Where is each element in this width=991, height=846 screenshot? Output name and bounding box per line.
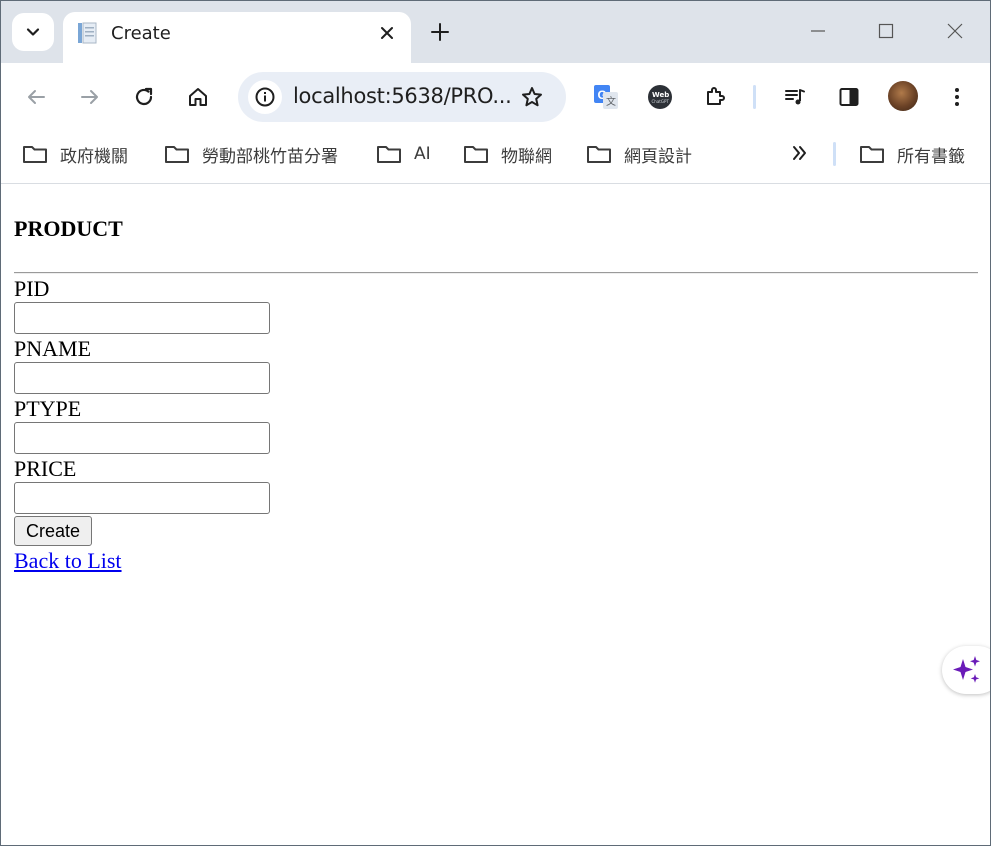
create-form: PID PNAME PTYPE PRICE Create: [14, 276, 978, 546]
chevron-down-icon: [26, 28, 40, 36]
price-input[interactable]: [14, 482, 270, 514]
media-queue-icon[interactable]: [783, 85, 807, 109]
pid-label: PID: [14, 276, 50, 301]
back-to-list-link[interactable]: Back to List: [14, 548, 122, 574]
ptype-label: PTYPE: [14, 396, 82, 421]
folder-icon: [23, 146, 47, 163]
pname-label: PNAME: [14, 336, 92, 361]
side-panel-icon[interactable]: [837, 85, 861, 109]
bookmark-star-icon[interactable]: [520, 85, 544, 109]
bookmark-folder[interactable]: 勞動部桃竹苗分署: [164, 141, 338, 167]
maximize-icon[interactable]: [876, 21, 896, 41]
folder-icon: [377, 146, 401, 163]
document-icon: [78, 22, 97, 44]
google-translate-icon[interactable]: G 文: [593, 84, 619, 110]
browser-window: Create localhost:5638/PRO... G 文 Web Cha…: [0, 0, 991, 846]
bookmark-folder[interactable]: AI: [376, 141, 431, 167]
extensions-puzzle-icon[interactable]: [703, 85, 727, 109]
all-bookmarks-folder[interactable]: 所有書籤: [859, 141, 965, 167]
forward-arrow-icon[interactable]: [78, 85, 102, 109]
minimize-icon[interactable]: [808, 21, 828, 41]
svg-text:文: 文: [606, 95, 616, 108]
bookmarks-overflow-icon[interactable]: [790, 142, 810, 164]
home-icon[interactable]: [186, 85, 210, 109]
bookmark-label: 勞動部桃竹苗分署: [202, 146, 338, 167]
folder-icon: [860, 146, 884, 163]
pid-input[interactable]: [14, 302, 270, 334]
bookmark-folder[interactable]: 網頁設計: [586, 141, 692, 167]
plus-icon[interactable]: [429, 21, 451, 43]
bookmark-label: AI: [414, 144, 431, 164]
close-icon[interactable]: [377, 23, 397, 43]
toolbar-divider: [753, 85, 756, 109]
url-text: localhost:5638/PRO...: [293, 84, 512, 108]
folder-icon: [464, 146, 488, 163]
more-menu-icon[interactable]: [945, 85, 969, 109]
svg-text:ChatGPT: ChatGPT: [652, 99, 670, 104]
ptype-input[interactable]: [14, 422, 270, 454]
address-bar[interactable]: localhost:5638/PRO...: [238, 72, 566, 122]
bookmark-label: 政府機關: [60, 146, 128, 167]
tab-search-button[interactable]: [12, 13, 54, 51]
create-button[interactable]: Create: [14, 516, 93, 546]
ai-assistant-button[interactable]: [942, 646, 990, 694]
bookmarks-bar: 政府機關 勞動部桃竹苗分署 AI 物聯網 網頁設計 所有書籤: [1, 131, 990, 184]
bookmarks-divider: [833, 142, 836, 166]
site-info-icon[interactable]: [248, 80, 282, 114]
bookmark-label: 網頁設計: [624, 146, 692, 167]
bookmark-label: 所有書籤: [897, 146, 965, 167]
tab-strip: Create: [1, 1, 990, 64]
tab-create[interactable]: Create: [63, 12, 411, 64]
page-title: PRODUCT: [14, 216, 123, 241]
folder-icon: [587, 146, 611, 163]
webchatgpt-icon[interactable]: Web ChatGPT: [647, 84, 673, 110]
browser-toolbar: localhost:5638/PRO... G 文 Web ChatGPT: [1, 63, 990, 131]
bookmark-label: 物聯網: [501, 146, 552, 167]
svg-text:Web: Web: [652, 91, 669, 99]
bookmark-folder[interactable]: 物聯網: [463, 141, 552, 167]
price-label: PRICE: [14, 456, 77, 481]
page-content: PRODUCT PID PNAME PTYPE PRICE Create Bac…: [14, 184, 978, 574]
sparkle-icon: [953, 656, 980, 683]
bookmark-folder[interactable]: 政府機關: [22, 141, 128, 167]
window-close-icon[interactable]: [945, 21, 965, 41]
folder-icon: [165, 146, 189, 163]
reload-icon[interactable]: [132, 85, 156, 109]
tab-title: Create: [111, 23, 171, 44]
profile-avatar[interactable]: [888, 81, 918, 111]
back-arrow-icon[interactable]: [24, 85, 48, 109]
pname-input[interactable]: [14, 362, 270, 394]
divider: [14, 272, 978, 274]
